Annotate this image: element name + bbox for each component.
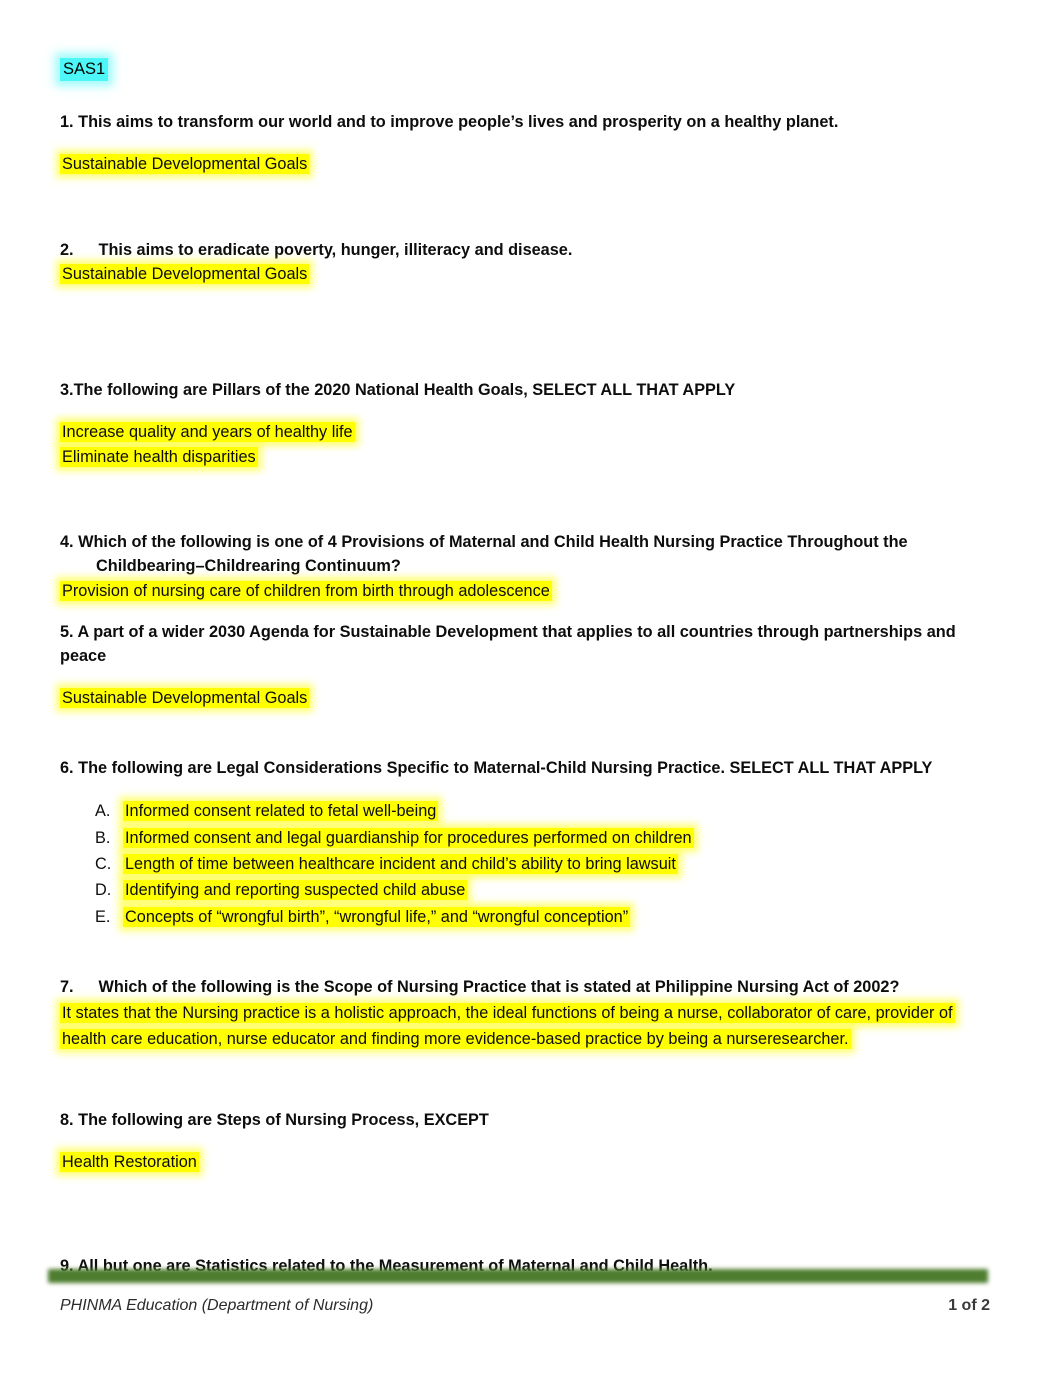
- page-footer: PHINMA Education (Department of Nursing)…: [0, 1247, 1062, 1377]
- question-4-text-line-2: Childbearing–Childrearing Continuum?: [96, 556, 401, 575]
- answer-3-line-2: Eliminate health disparities: [60, 445, 962, 469]
- option-e-letter: E.: [95, 907, 111, 926]
- answer-5: Sustainable Developmental Goals: [60, 686, 962, 710]
- answer-5-text: Sustainable Developmental Goals: [60, 688, 310, 709]
- question-5-number: 5.: [60, 622, 74, 641]
- question-7-text: Which of the following is the Scope of N…: [98, 978, 900, 997]
- answer-4-text: Provision of nursing care of children fr…: [60, 580, 552, 601]
- answer-3-text-2: Eliminate health disparities: [60, 446, 258, 467]
- option-a-text: Informed consent related to fetal well-b…: [123, 801, 439, 822]
- question-2-number: 2.: [60, 240, 74, 259]
- question-5-text: A part of a wider 2030 Agenda for Sustai…: [60, 622, 956, 665]
- option-b-text: Informed consent and legal guardianship …: [123, 827, 694, 848]
- footer-organization: PHINMA Education (Department of Nursing): [60, 1297, 374, 1314]
- question-1-text: This aims to transform our world and to …: [78, 112, 839, 131]
- question-6-text: The following are Legal Considerations S…: [78, 758, 933, 777]
- option-d-letter: D.: [95, 881, 112, 900]
- answer-8-text: Health Restoration: [60, 1152, 199, 1173]
- answer-2: Sustainable Developmental Goals: [60, 262, 962, 286]
- footer-divider-bar: [48, 1269, 988, 1283]
- question-1: 1. This aims to transform our world and …: [60, 111, 962, 135]
- option-c: C. Length of time between healthcare inci…: [60, 851, 962, 877]
- footer-page-number: 1 of 2: [948, 1297, 990, 1314]
- option-b: B. Informed consent and legal guardianshi…: [60, 825, 962, 851]
- answer-8: Health Restoration: [60, 1150, 962, 1174]
- question-8: 8. The following are Steps of Nursing Pr…: [60, 1109, 962, 1133]
- document-tag-sas1: SAS1: [60, 58, 109, 81]
- option-a: A. Informed consent related to fetal well…: [60, 798, 962, 824]
- question-1-number: 1.: [60, 112, 74, 131]
- question-5: 5. A part of a wider 2030 Agenda for Sus…: [60, 621, 962, 668]
- answer-1-text: Sustainable Developmental Goals: [60, 154, 310, 175]
- answer-7-text: It states that the Nursing practice is a…: [60, 1002, 955, 1050]
- option-c-text: Length of time between healthcare incide…: [123, 854, 678, 875]
- question-6-options: A. Informed consent related to fetal well…: [60, 798, 962, 930]
- question-6-number: 6.: [60, 758, 74, 777]
- question-3-number: 3.: [60, 380, 74, 399]
- answer-3-line-1: Increase quality and years of healthy li…: [60, 420, 962, 444]
- document-page: SAS1 1. This aims to transform our world…: [0, 0, 1062, 1377]
- option-c-letter: C.: [95, 855, 112, 874]
- answer-3-text-1: Increase quality and years of healthy li…: [60, 422, 355, 443]
- question-7-number: 7.: [60, 978, 74, 997]
- option-a-letter: A.: [95, 802, 111, 821]
- question-2: 2. This aims to eradicate poverty, hunge…: [60, 239, 962, 263]
- question-6: 6. The following are Legal Consideration…: [60, 757, 962, 781]
- question-4: 4. Which of the following is one of 4 Pr…: [60, 531, 962, 578]
- question-4-text: Which of the following is one of 4 Provi…: [78, 533, 908, 552]
- answer-2-text: Sustainable Developmental Goals: [60, 264, 310, 285]
- answer-7: It states that the Nursing practice is a…: [60, 1000, 962, 1053]
- option-e: E. Concepts of “wrongful birth”, “wrongfu…: [60, 904, 962, 930]
- document-body: SAS1 1. This aims to transform our world…: [60, 0, 962, 1278]
- question-3-text: The following are Pillars of the 2020 Na…: [73, 380, 736, 399]
- option-e-text: Concepts of “wrongful birth”, “wrongful …: [123, 906, 631, 927]
- question-7: 7. Which of the following is the Scope o…: [60, 976, 962, 1000]
- answer-4: Provision of nursing care of children fr…: [60, 579, 962, 603]
- footer-content: PHINMA Education (Department of Nursing)…: [60, 1297, 990, 1315]
- option-d: D. Identifying and reporting suspected ch…: [60, 877, 962, 903]
- question-3: 3.The following are Pillars of the 2020 …: [60, 379, 962, 403]
- answer-1: Sustainable Developmental Goals: [60, 152, 962, 176]
- question-2-text: This aims to eradicate poverty, hunger, …: [98, 240, 573, 259]
- option-b-letter: B.: [95, 828, 111, 847]
- question-4-number: 4.: [60, 533, 74, 552]
- question-8-text: The following are Steps of Nursing Proce…: [78, 1110, 489, 1129]
- option-d-text: Identifying and reporting suspected chil…: [123, 880, 468, 901]
- question-8-number: 8.: [60, 1110, 74, 1129]
